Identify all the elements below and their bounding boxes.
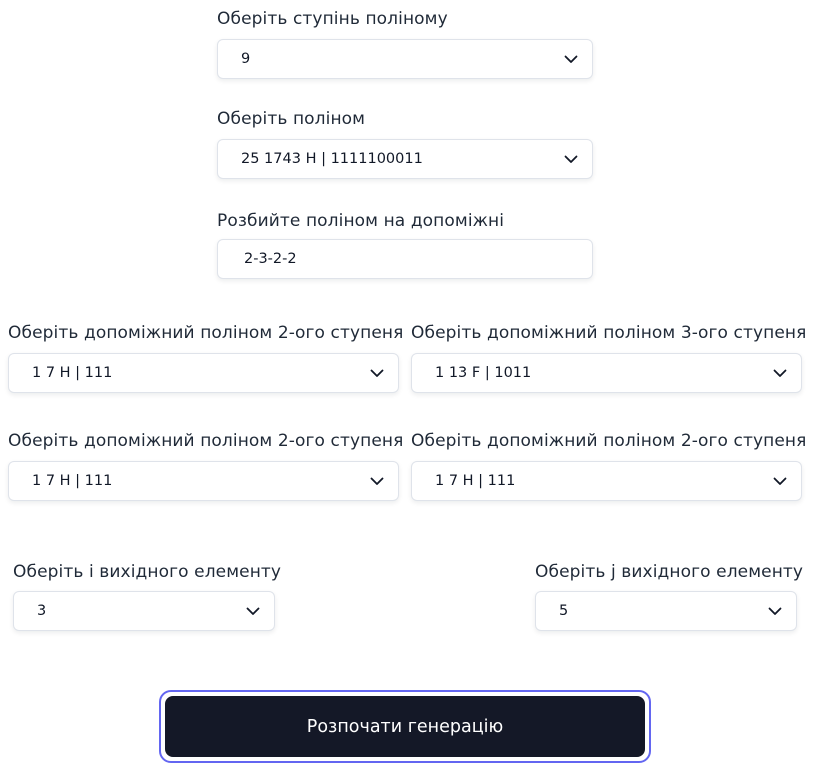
output-i-select[interactable]: 3 (13, 591, 275, 631)
output-i-label: Оберіть і вихідного елементу (13, 562, 282, 582)
aux-select-4[interactable]: 1 7 H | 111 (411, 461, 802, 501)
output-i-select-value: 3 (37, 603, 47, 619)
degree-label: Оберіть ступінь поліному (217, 9, 448, 29)
chevron-down-icon (370, 366, 384, 380)
degree-select-value: 9 (241, 51, 251, 67)
aux-label-1: Оберіть допоміжний поліном 2-ого ступеня (8, 323, 404, 343)
aux-label-2: Оберіть допоміжний поліном 3-ого ступеня (411, 323, 807, 343)
aux-label-3: Оберіть допоміжний поліном 2-ого ступеня (8, 431, 404, 451)
output-j-label: Оберіть j вихідного елементу (535, 562, 804, 582)
output-j-select-value: 5 (559, 603, 569, 619)
aux-label-4: Оберіть допоміжний поліном 2-ого ступеня (411, 431, 807, 451)
degree-field: Оберіть ступінь поліному 9 (217, 8, 593, 80)
chevron-down-icon (246, 604, 260, 618)
aux-field-2: Оберіть допоміжний поліном 3-ого ступеня… (411, 322, 807, 394)
chevron-down-icon (768, 604, 782, 618)
aux-field-3: Оберіть допоміжний поліном 2-ого ступеня… (8, 430, 404, 502)
polynomial-label: Оберіть поліном (217, 109, 366, 129)
output-i-field: Оберіть і вихідного елементу 3 (13, 561, 282, 633)
start-generation-focus-ring: Розпочати генерацію (159, 690, 651, 763)
polynomial-field: Оберіть поліном 25 1743 H | 1111100011 (217, 108, 593, 180)
split-input-value: 2-3-2-2 (244, 251, 297, 267)
start-generation-button[interactable]: Розпочати генерацію (165, 696, 645, 757)
split-field: Розбийте поліном на допоміжні 2-3-2-2 (217, 210, 593, 280)
chevron-down-icon (564, 52, 578, 66)
polynomial-select-value: 25 1743 H | 1111100011 (241, 151, 423, 167)
aux-field-4: Оберіть допоміжний поліном 2-ого ступеня… (411, 430, 807, 502)
output-j-select[interactable]: 5 (535, 591, 797, 631)
aux-select-value-4: 1 7 H | 111 (435, 473, 516, 489)
split-label: Розбийте поліном на допоміжні (217, 211, 505, 231)
degree-select[interactable]: 9 (217, 39, 593, 79)
aux-field-1: Оберіть допоміжний поліном 2-ого ступеня… (8, 322, 404, 394)
aux-select-2[interactable]: 1 13 F | 1011 (411, 353, 802, 393)
aux-select-3[interactable]: 1 7 H | 111 (8, 461, 399, 501)
aux-select-1[interactable]: 1 7 H | 111 (8, 353, 399, 393)
split-input[interactable]: 2-3-2-2 (217, 239, 593, 279)
chevron-down-icon (773, 366, 787, 380)
polynomial-generator-form: Оберіть ступінь поліному 9 Оберіть полін… (0, 0, 815, 770)
aux-select-value-2: 1 13 F | 1011 (435, 365, 532, 381)
aux-select-value-1: 1 7 H | 111 (32, 365, 113, 381)
chevron-down-icon (370, 474, 384, 488)
chevron-down-icon (564, 152, 578, 166)
chevron-down-icon (773, 474, 787, 488)
aux-select-value-3: 1 7 H | 111 (32, 473, 113, 489)
output-j-field: Оберіть j вихідного елементу 5 (535, 561, 804, 633)
polynomial-select[interactable]: 25 1743 H | 1111100011 (217, 139, 593, 179)
